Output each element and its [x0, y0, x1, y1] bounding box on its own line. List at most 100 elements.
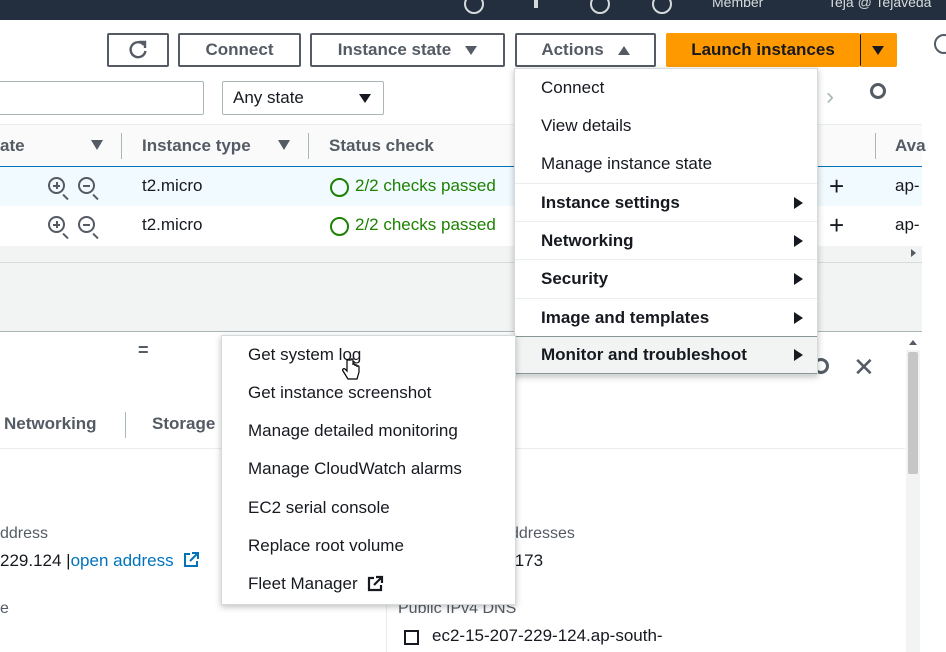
connect-button[interactable]: Connect	[178, 33, 301, 67]
instance-state-button[interactable]: Instance state	[310, 33, 505, 67]
menu-item-label: Image and templates	[541, 307, 710, 327]
column-header-state[interactable]: ate	[0, 136, 25, 156]
tab-storage[interactable]: Storage	[152, 414, 215, 434]
column-divider[interactable]	[308, 133, 309, 159]
menu-item-image-and-templates[interactable]: Image and templates	[515, 298, 817, 336]
refresh-icon	[129, 40, 147, 59]
resize-handle-icon[interactable]: =	[138, 340, 149, 361]
availability-zone-cell: ap-	[895, 215, 920, 234]
menu-item-label: Instance settings	[541, 192, 680, 212]
submenu-arrow-icon	[794, 349, 803, 361]
close-icon[interactable]: ✕	[853, 352, 875, 383]
scroll-right-icon[interactable]	[911, 249, 916, 257]
tab-divider	[125, 412, 126, 438]
public-ip-address: 229.124 |	[0, 551, 71, 570]
column-divider[interactable]	[121, 133, 122, 159]
settings-icon[interactable]	[652, 0, 672, 14]
actions-label: Actions	[541, 40, 604, 59]
availability-zone-cell: ap-	[895, 176, 920, 195]
caret-down-icon	[872, 45, 884, 55]
plus-icon[interactable]: +	[829, 171, 844, 202]
plus-icon[interactable]: +	[829, 210, 844, 241]
menu-item-replace-root-volume[interactable]: Replace root volume	[222, 527, 515, 565]
launch-instances-button[interactable]: Launch instances	[666, 33, 860, 67]
submenu-arrow-icon	[794, 196, 803, 209]
menu-item-label: Replace root volume	[248, 536, 404, 555]
table-preferences-icon[interactable]	[870, 83, 886, 99]
actions-menu: Connect View details Manage instance sta…	[514, 68, 818, 375]
tab-networking[interactable]: Networking	[4, 414, 97, 434]
sort-icon[interactable]	[278, 140, 290, 150]
menu-item-get-system-log[interactable]: Get system log	[222, 336, 515, 374]
menu-item-label: Networking	[541, 230, 634, 250]
submenu-arrow-icon	[794, 234, 803, 247]
sort-icon[interactable]	[91, 140, 103, 150]
menu-item-label: Manage instance state	[541, 154, 713, 173]
menu-item-label: Security	[541, 268, 609, 288]
cloudshell-icon[interactable]	[464, 0, 484, 14]
menu-item-view-details[interactable]: View details	[515, 107, 817, 145]
menu-item-label: Manage detailed monitoring	[248, 421, 458, 440]
launch-instances-dropdown[interactable]	[860, 33, 897, 67]
scroll-up-icon[interactable]	[909, 340, 917, 345]
zoom-out-icon[interactable]	[78, 177, 95, 194]
scrollbar-thumb[interactable]	[908, 352, 918, 474]
menu-item-fleet-manager[interactable]: Fleet Manager	[222, 565, 515, 603]
column-header-instance-type[interactable]: Instance type	[142, 136, 251, 156]
top-navigation-bar: Member Teja @ Tejaveda	[0, 0, 946, 20]
zoom-out-icon[interactable]	[78, 216, 95, 233]
search-input[interactable]	[0, 81, 204, 115]
menu-item-manage-detailed-monitoring[interactable]: Manage detailed monitoring	[222, 412, 515, 450]
external-link-icon	[367, 575, 383, 592]
menu-item-networking[interactable]: Networking	[515, 221, 817, 259]
menu-item-manage-instance-state[interactable]: Manage instance state	[515, 145, 817, 183]
status-check-cell: 2/2 checks passed	[355, 176, 496, 195]
public-ip-value: 229.124 |open address	[0, 551, 200, 571]
actions-button[interactable]: Actions	[515, 33, 656, 67]
check-circle-icon	[330, 178, 349, 197]
user-menu[interactable]: Member	[712, 0, 763, 10]
menu-item-label: Get instance screenshot	[248, 383, 432, 402]
menu-item-label: EC2 serial console	[248, 498, 390, 517]
copy-icon[interactable]	[404, 630, 419, 645]
check-circle-icon	[330, 217, 349, 236]
menu-item-get-instance-screenshot[interactable]: Get instance screenshot	[222, 374, 515, 412]
menu-item-label: Connect	[541, 78, 605, 97]
column-divider[interactable]	[875, 133, 876, 159]
notifications-icon[interactable]	[534, 0, 538, 8]
menu-item-monitor-and-troubleshoot[interactable]: Monitor and troubleshoot	[515, 336, 817, 374]
caret-down-icon	[465, 45, 478, 55]
account-menu[interactable]: Teja @ Tejaveda	[828, 0, 931, 10]
menu-item-instance-settings[interactable]: Instance settings	[515, 183, 817, 221]
instance-state-detail-label: e	[0, 600, 9, 617]
public-dns-value: ec2-15-207-229-124.ap-south-	[432, 626, 663, 645]
menu-item-security[interactable]: Security	[515, 259, 817, 297]
menu-item-manage-cloudwatch-alarms[interactable]: Manage CloudWatch alarms	[222, 450, 515, 488]
caret-down-icon	[359, 94, 371, 103]
menu-item-ec2-serial-console[interactable]: EC2 serial console	[222, 489, 515, 527]
help-icon[interactable]	[590, 0, 610, 14]
submenu-arrow-icon	[794, 311, 803, 324]
panel-settings-icon[interactable]	[934, 34, 946, 54]
refresh-button[interactable]	[107, 33, 169, 67]
menu-item-label: Fleet Manager	[248, 574, 358, 593]
zoom-in-icon[interactable]	[48, 177, 65, 194]
menu-item-label: Monitor and troubleshoot	[541, 345, 747, 364]
instance-type-cell: t2.micro	[142, 176, 203, 195]
zoom-in-icon[interactable]	[48, 216, 65, 233]
next-page-icon[interactable]: ›	[826, 83, 834, 111]
private-ip-label: ddresses	[510, 525, 575, 542]
public-ip-label: ddress	[0, 525, 49, 542]
status-check-cell: 2/2 checks passed	[355, 215, 496, 234]
open-address-link[interactable]: open address	[71, 551, 174, 570]
column-header-status-check[interactable]: Status check	[329, 136, 434, 156]
monitor-submenu: Get system log Get instance screenshot M…	[221, 335, 516, 605]
column-header-availability-zone[interactable]: Ava	[895, 136, 926, 156]
external-link-icon[interactable]	[182, 551, 200, 569]
menu-item-connect[interactable]: Connect	[515, 69, 817, 107]
menu-item-label: Manage CloudWatch alarms	[248, 459, 462, 478]
instance-state-filter[interactable]: Any state	[222, 81, 384, 115]
menu-item-label: View details	[541, 116, 632, 135]
submenu-arrow-icon	[794, 272, 803, 285]
instance-state-filter-value: Any state	[233, 88, 304, 107]
